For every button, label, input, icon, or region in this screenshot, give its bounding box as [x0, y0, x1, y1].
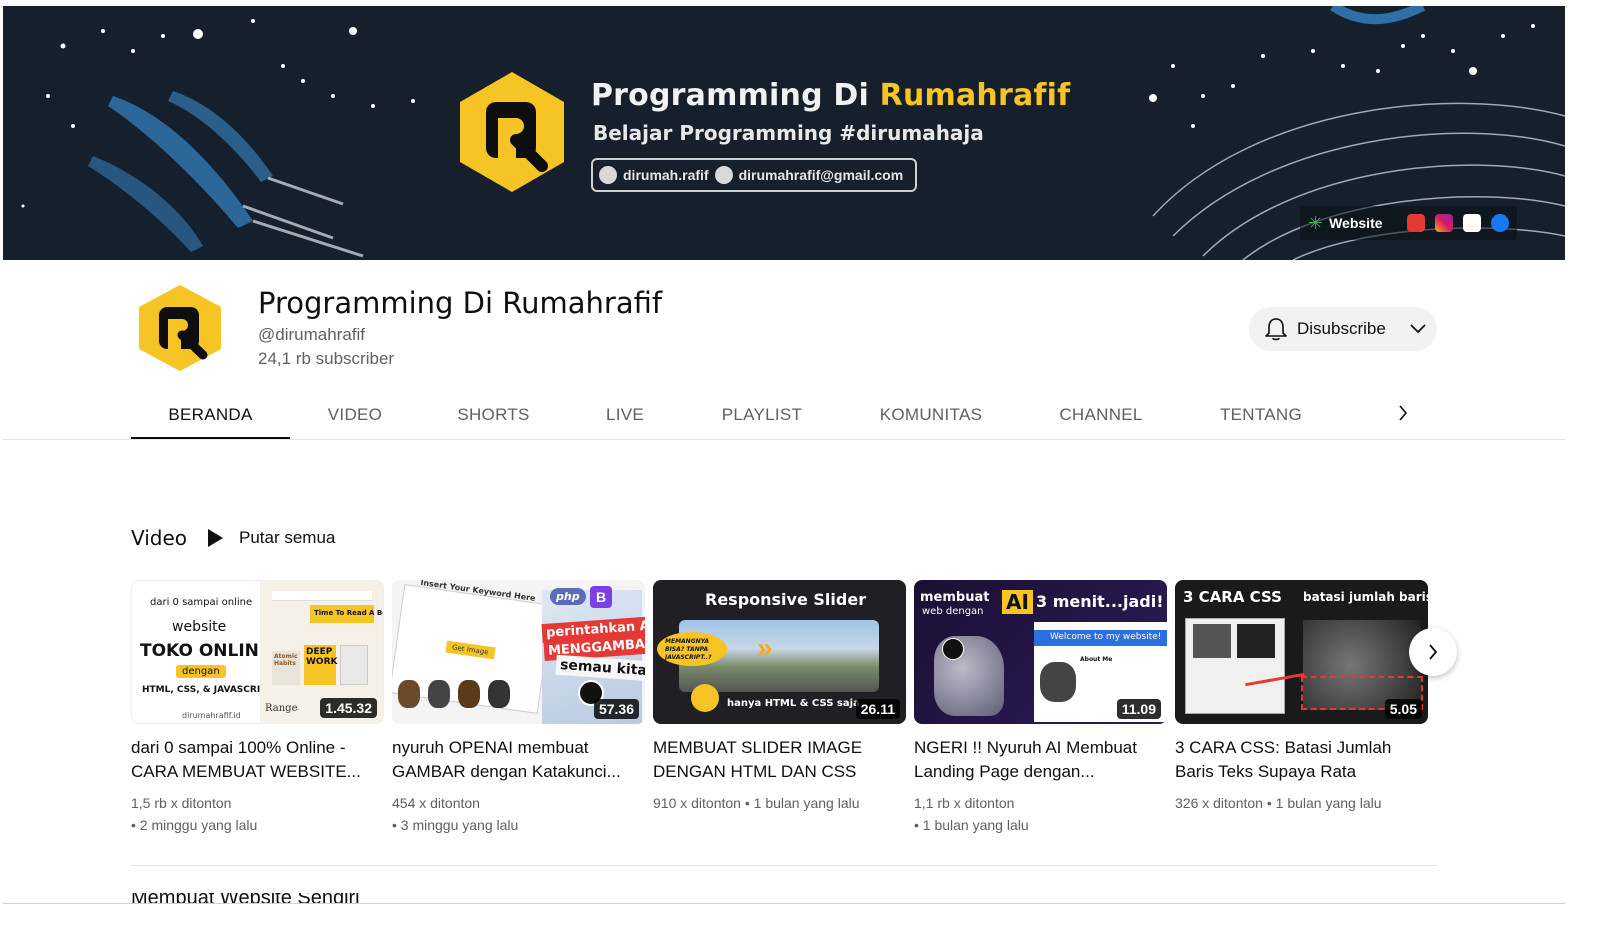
shelf-scroll-right-button[interactable]: [1409, 628, 1457, 676]
video-views: 910 x ditonton • 1 bulan yang lalu: [653, 795, 860, 811]
video-thumbnail[interactable]: 3 CARA CSS batasi jumlah baris 5.05: [1175, 580, 1428, 724]
banner-tagline: Belajar Programming #dirumahaja: [593, 121, 984, 145]
video-card[interactable]: dari 0 sampai online website TOKO ONLINE…: [131, 580, 384, 836]
channel-tabs: BERANDA VIDEO SHORTS LIVE PLAYLIST KOMUN…: [131, 390, 1341, 440]
video-duration: 1.45.32: [320, 698, 377, 718]
channel-name: Programming Di Rumahrafif: [258, 286, 663, 320]
github-icon[interactable]: [1462, 214, 1481, 232]
banner-website-link[interactable]: ✳ Website: [1308, 213, 1383, 234]
video-card[interactable]: Responsive Slider » MEMANGNYA BISA? TANP…: [653, 580, 906, 814]
video-duration: 11.09: [1116, 699, 1161, 719]
video-metadata: 910 x ditonton • 1 bulan yang lalu: [653, 792, 906, 814]
channel-banner: Programming Di Rumahrafif Belajar Progra…: [3, 6, 1565, 260]
tab-video[interactable]: VIDEO: [290, 390, 420, 440]
banner-links: ✳ Website: [1300, 206, 1517, 240]
video-duration: 57.36: [593, 699, 639, 719]
video-age: • 2 minggu yang lalu: [131, 817, 258, 833]
tabs-scroll-right-button[interactable]: [1388, 398, 1418, 428]
video-age: • 3 minggu yang lalu: [392, 817, 519, 833]
tab-shorts[interactable]: SHORTS: [420, 390, 567, 440]
chevron-down-icon: [1410, 324, 1426, 334]
bell-icon: [1265, 318, 1287, 341]
video-title[interactable]: 3 CARA CSS: Batasi Jumlah Baris Teks Sup…: [1175, 736, 1428, 784]
video-views: 454 x ditonton: [392, 795, 480, 811]
video-card[interactable]: 3 CARA CSS batasi jumlah baris 5.05 3 CA…: [1175, 580, 1428, 814]
tab-channel[interactable]: CHANNEL: [1021, 390, 1181, 440]
subscribe-button[interactable]: Disubscribe: [1249, 307, 1437, 351]
video-thumbnail[interactable]: membuat web dengan AI 3 menit...jadi! We…: [914, 580, 1167, 724]
banner-contact: dirumah.rafif dirumahrafif@gmail.com: [591, 158, 917, 192]
banner-logo-icon: [460, 72, 564, 192]
channel-avatar[interactable]: [137, 283, 223, 373]
video-age: • 1 bulan yang lalu: [914, 817, 1029, 833]
instagram-link-icon[interactable]: [1434, 214, 1453, 232]
play-all-button[interactable]: Putar semua: [205, 523, 335, 553]
video-metadata: 1,1 rb x ditonton • 1 bulan yang lalu: [914, 792, 1167, 836]
tab-komunitas[interactable]: KOMUNITAS: [841, 390, 1021, 440]
video-title[interactable]: dari 0 sampai 100% Online - CARA MEMBUAT…: [131, 736, 384, 784]
banner-title: Programming Di Rumahrafif: [591, 78, 1071, 113]
shelf-divider: [131, 865, 1437, 866]
subscriber-count: 24,1 rb subscriber: [258, 349, 395, 368]
tab-beranda[interactable]: BERANDA: [131, 390, 290, 440]
video-views: 326 x ditonton • 1 bulan yang lalu: [1175, 795, 1382, 811]
video-thumbnail[interactable]: Insert Your Keyword Here Get Image php B…: [392, 580, 645, 724]
shelf-title[interactable]: Video: [131, 526, 187, 550]
email-icon: [714, 166, 733, 184]
video-card[interactable]: Insert Your Keyword Here Get Image php B…: [392, 580, 645, 836]
youtube-icon[interactable]: [1406, 214, 1425, 232]
facebook-icon[interactable]: [1490, 214, 1509, 232]
video-duration: 5.05: [1384, 699, 1422, 719]
video-title[interactable]: NGERI !! Nyuruh AI Membuat Landing Page …: [914, 736, 1167, 784]
tab-live[interactable]: LIVE: [567, 390, 683, 440]
page-bottom-edge: [3, 903, 1565, 904]
video-metadata: 1,5 rb x ditonton • 2 minggu yang lalu: [131, 792, 384, 836]
banner-email: dirumahrafif@gmail.com: [738, 167, 904, 183]
video-thumbnail[interactable]: Responsive Slider » MEMANGNYA BISA? TANP…: [653, 580, 906, 724]
video-card[interactable]: membuat web dengan AI 3 menit...jadi! We…: [914, 580, 1167, 836]
channel-handle: @dirumahrafif: [258, 325, 366, 344]
video-metadata: 326 x ditonton • 1 bulan yang lalu: [1175, 792, 1428, 814]
video-title[interactable]: MEMBUAT SLIDER IMAGE DENGAN HTML DAN CSS: [653, 736, 906, 784]
video-views: 1,1 rb x ditonton: [914, 795, 1015, 811]
chevron-right-icon: [1429, 644, 1438, 660]
tab-playlist[interactable]: PLAYLIST: [683, 390, 841, 440]
video-thumbnail[interactable]: dari 0 sampai online website TOKO ONLINE…: [131, 580, 384, 724]
sparkle-icon: ✳: [1308, 212, 1324, 233]
chevron-right-icon: [1399, 405, 1408, 421]
video-duration: 26.11: [855, 699, 900, 719]
play-icon: [208, 529, 223, 547]
video-metadata: 454 x ditonton • 3 minggu yang lalu: [392, 792, 645, 836]
next-shelf-title[interactable]: Membuat Website Sendiri: [131, 893, 491, 903]
subscribe-label: Disubscribe: [1297, 319, 1386, 338]
instagram-icon: [599, 166, 617, 184]
tab-tentang[interactable]: TENTANG: [1181, 390, 1341, 440]
video-title[interactable]: nyuruh OPENAI membuat GAMBAR dengan Kata…: [392, 736, 645, 784]
tabs-divider: [3, 439, 1565, 440]
video-views: 1,5 rb x ditonton: [131, 795, 232, 811]
banner-instagram: dirumah.rafif: [623, 167, 709, 183]
